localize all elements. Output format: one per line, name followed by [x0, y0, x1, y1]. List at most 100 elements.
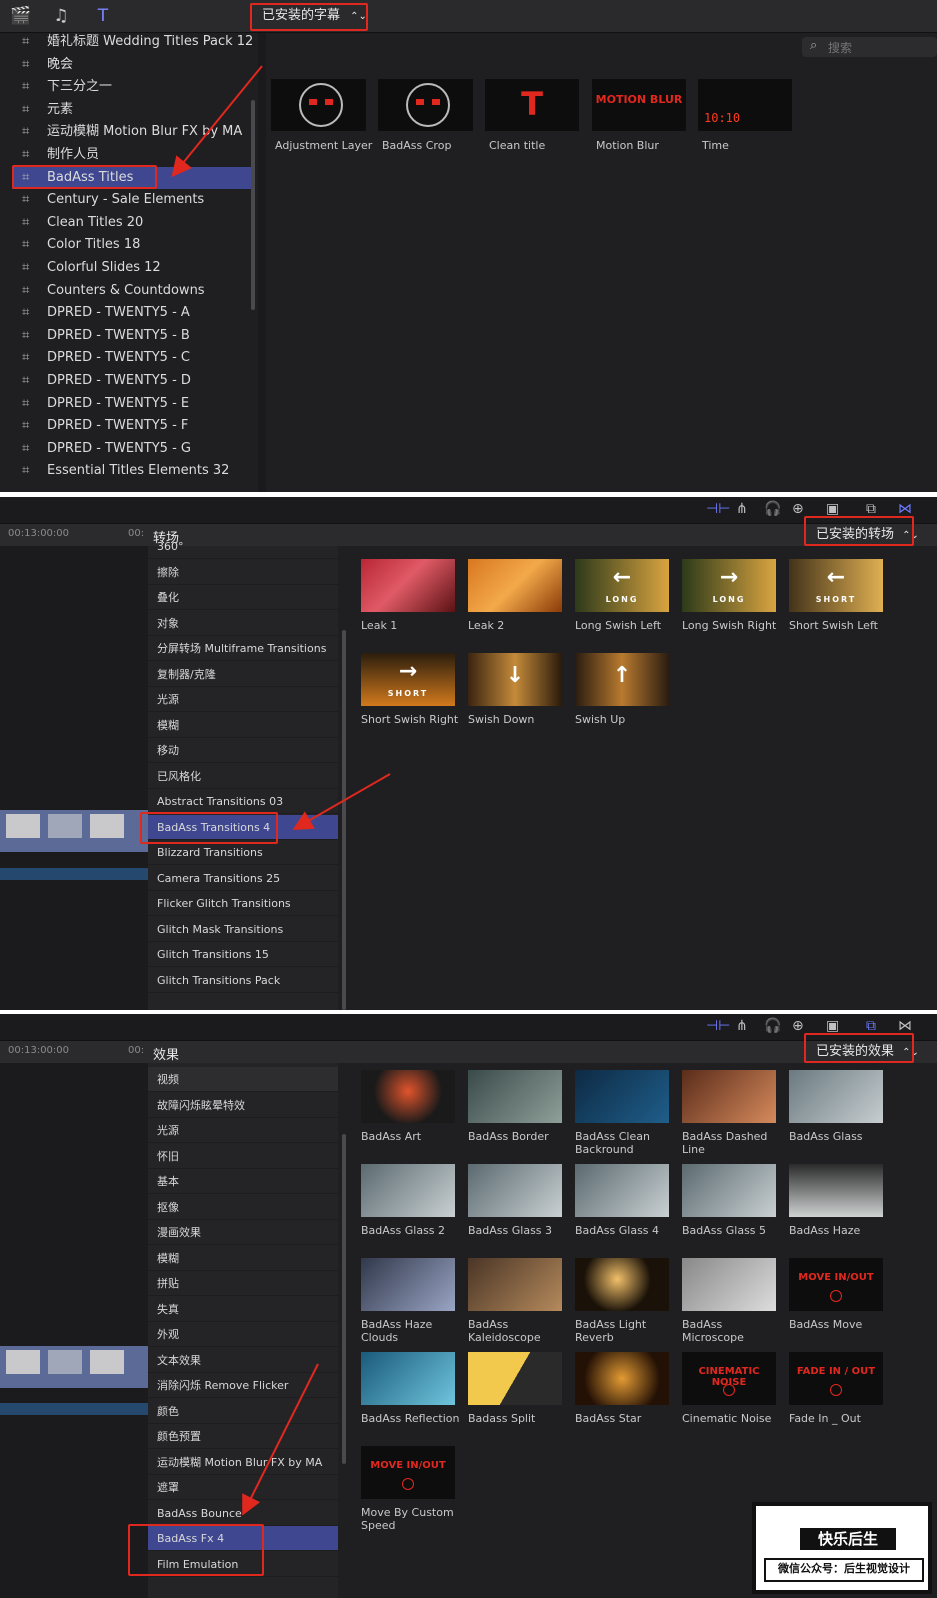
effect-thumbnail[interactable]: [575, 1258, 669, 1311]
effect-thumbnail[interactable]: [682, 1258, 776, 1311]
library-item[interactable]: ⌗ 婚礼标题 Wedding Titles Pack 12: [12, 31, 253, 53]
library-item[interactable]: ⌗ Color Titles 18: [12, 234, 252, 256]
audio-skimming-icon[interactable]: ⋔: [736, 501, 748, 517]
category-item[interactable]: 光源: [148, 1118, 338, 1143]
category-item[interactable]: Glitch Mask Transitions: [148, 917, 338, 942]
transitions-browser-icon[interactable]: ⋈: [898, 501, 912, 517]
library-item[interactable]: ⌗ Colorful Slides 12: [12, 257, 252, 279]
library-item[interactable]: ⌗ Essential Titles Elements 32: [12, 460, 252, 482]
library-item[interactable]: ⌗ DPRED - TWENTY5 - E: [12, 393, 252, 415]
category-item[interactable]: 擦除: [148, 560, 338, 585]
effect-thumbnail[interactable]: [682, 1070, 776, 1123]
effect-thumbnail[interactable]: MOVE IN/OUT: [361, 1446, 455, 1499]
category-item[interactable]: 光源: [148, 687, 338, 712]
library-item[interactable]: ⌗ DPRED - TWENTY5 - C: [12, 347, 252, 369]
film-icon[interactable]: ▣: [826, 1018, 839, 1034]
snapping-icon[interactable]: ⊣⊢: [706, 1018, 730, 1034]
library-item[interactable]: ⌗ DPRED - TWENTY5 - B: [12, 325, 252, 347]
category-item[interactable]: 失真: [148, 1297, 338, 1322]
category-item[interactable]: 移动: [148, 738, 338, 763]
audio-browser-icon[interactable]: ♫: [50, 6, 72, 26]
media-browser-icon[interactable]: 🎬: [10, 6, 32, 26]
effect-thumbnail[interactable]: [361, 1164, 455, 1217]
library-item[interactable]: ⌗ DPRED - TWENTY5 - G: [12, 438, 252, 460]
title-thumbnail[interactable]: 10:10: [698, 79, 792, 131]
timeline-clip[interactable]: [0, 1346, 148, 1388]
category-item[interactable]: Camera Transitions 25: [148, 866, 338, 891]
film-icon[interactable]: ▣: [826, 501, 839, 517]
effect-thumbnail[interactable]: CINEMATIC NOISE: [682, 1352, 776, 1405]
effect-thumbnail[interactable]: [575, 1164, 669, 1217]
effect-thumbnail[interactable]: ↓: [468, 653, 562, 706]
category-item[interactable]: 漫画效果: [148, 1220, 338, 1245]
title-thumbnail[interactable]: MOTION BLUR: [592, 79, 686, 131]
category-item[interactable]: 怀旧: [148, 1144, 338, 1169]
effect-thumbnail[interactable]: ← LONG: [575, 559, 669, 612]
library-item[interactable]: ⌗ DPRED - TWENTY5 - D: [12, 370, 252, 392]
category-item[interactable]: Glitch Transitions 15: [148, 942, 338, 967]
titles-browser-icon[interactable]: T: [92, 6, 114, 26]
audio-waveform[interactable]: [0, 868, 148, 880]
effect-thumbnail[interactable]: [468, 1258, 562, 1311]
category-item[interactable]: Glitch Transitions Pack: [148, 968, 338, 993]
title-thumbnail[interactable]: [271, 79, 366, 131]
search-field[interactable]: ⌕: [802, 37, 937, 58]
library-item[interactable]: ⌗ Clean Titles 20: [12, 212, 252, 234]
category-item[interactable]: 对象: [148, 611, 338, 636]
library-item[interactable]: ⌗ Counters & Countdowns: [12, 280, 252, 302]
title-thumbnail[interactable]: T: [485, 79, 579, 131]
category-item[interactable]: 文本效果: [148, 1348, 338, 1373]
transitions-browser-icon[interactable]: ⋈: [898, 1018, 912, 1034]
effect-thumbnail[interactable]: [575, 1070, 669, 1123]
library-item[interactable]: ⌗ DPRED - TWENTY5 - F: [12, 415, 252, 437]
category-item[interactable]: 外观: [148, 1322, 338, 1347]
category-item[interactable]: 故障闪烁眩晕特效: [148, 1093, 338, 1118]
category-item[interactable]: BadAss Bounce: [148, 1501, 338, 1526]
effect-thumbnail[interactable]: → LONG: [682, 559, 776, 612]
category-item[interactable]: 颜色预置: [148, 1424, 338, 1449]
effects-browser-icon[interactable]: ⧉: [866, 1018, 876, 1034]
effect-thumbnail[interactable]: [468, 1352, 562, 1405]
snapping-icon[interactable]: ⊣⊢: [706, 501, 730, 517]
effect-thumbnail[interactable]: → SHORT: [361, 653, 455, 706]
audio-waveform[interactable]: [0, 1403, 148, 1415]
headphones-icon[interactable]: 🎧: [764, 501, 781, 517]
effect-thumbnail[interactable]: [361, 559, 455, 612]
category-item[interactable]: 抠像: [148, 1195, 338, 1220]
effect-thumbnail[interactable]: [361, 1352, 455, 1405]
category-item[interactable]: Abstract Transitions 03: [148, 789, 338, 814]
category-item[interactable]: 已风格化: [148, 764, 338, 789]
category-item[interactable]: 模糊: [148, 1246, 338, 1271]
category-item[interactable]: 基本: [148, 1169, 338, 1194]
audio-skimming-icon[interactable]: ⋔: [736, 1018, 748, 1034]
headphones-icon[interactable]: 🎧: [764, 1018, 781, 1034]
category-item[interactable]: 颜色: [148, 1399, 338, 1424]
library-item[interactable]: ⌗ Century - Sale Elements: [12, 189, 252, 211]
effect-thumbnail[interactable]: FADE IN / OUT: [789, 1352, 883, 1405]
category-item[interactable]: 遮罩: [148, 1475, 338, 1500]
category-scrollbar[interactable]: [342, 1134, 346, 1464]
effect-thumbnail[interactable]: [468, 1164, 562, 1217]
effects-browser-icon[interactable]: ⧉: [866, 501, 876, 517]
category-item[interactable]: 消除闪烁 Remove Flicker: [148, 1373, 338, 1398]
category-item[interactable]: 360°: [148, 534, 338, 559]
library-item[interactable]: ⌗ 元素: [12, 99, 252, 121]
library-item[interactable]: ⌗ 运动模糊 Motion Blur FX by MA: [12, 121, 252, 143]
title-thumbnail[interactable]: [378, 79, 473, 131]
category-item[interactable]: 运动模糊 Motion Blur FX by MA: [148, 1450, 338, 1475]
effect-thumbnail[interactable]: [682, 1164, 776, 1217]
library-scrollbar[interactable]: [251, 100, 255, 310]
effect-thumbnail[interactable]: [361, 1070, 455, 1123]
effect-thumbnail[interactable]: [361, 1258, 455, 1311]
effect-thumbnail[interactable]: [789, 1070, 883, 1123]
effect-thumbnail[interactable]: ← SHORT: [789, 559, 883, 612]
effect-thumbnail[interactable]: [789, 1164, 883, 1217]
timeline-clip[interactable]: [0, 810, 148, 852]
effect-thumbnail[interactable]: ↑: [575, 653, 669, 706]
library-item[interactable]: ⌗ 晚会: [12, 54, 252, 76]
category-item[interactable]: 模糊: [148, 713, 338, 738]
effect-thumbnail[interactable]: MOVE IN/OUT: [789, 1258, 883, 1311]
category-item[interactable]: Flicker Glitch Transitions: [148, 891, 338, 916]
effect-thumbnail[interactable]: [575, 1352, 669, 1405]
effect-thumbnail[interactable]: [468, 1070, 562, 1123]
